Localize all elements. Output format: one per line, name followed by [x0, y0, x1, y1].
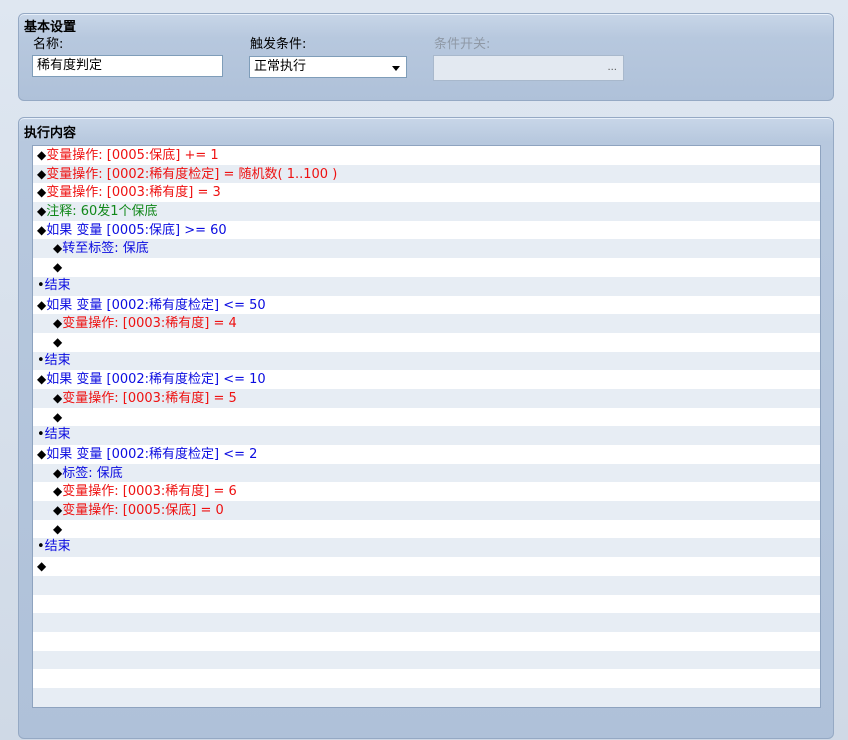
list-item[interactable]: •结束: [33, 276, 820, 296]
list-item[interactable]: ◆转至标签: 保底: [33, 239, 820, 259]
trigger-select[interactable]: 正常执行: [249, 56, 407, 78]
diamond-marker: ◆: [53, 241, 63, 256]
command-text: 变量操作: [0005:保底] += 1: [46, 148, 219, 163]
list-item[interactable]: [33, 669, 820, 688]
list-item[interactable]: ◆如果 变量 [0002:稀有度检定] <= 50: [33, 295, 820, 315]
diamond-marker: ◆: [53, 521, 63, 536]
list-item[interactable]: ◆变量操作: [0003:稀有度] = 5: [33, 388, 820, 408]
list-item[interactable]: ◆变量操作: [0003:稀有度] = 6: [33, 482, 820, 502]
bullet-marker: •: [37, 427, 45, 443]
command-text: 结束: [44, 539, 71, 555]
list-item[interactable]: [33, 613, 820, 632]
command-text: 转至标签: 保底: [62, 241, 149, 257]
command-text: 变量操作: [0002:稀有度检定] = 随机数( 1..100 ): [46, 166, 338, 182]
diamond-marker: ◆: [37, 185, 47, 200]
diamond-marker: ◆: [37, 372, 47, 387]
basic-settings-panel: 基本设置 名称: 稀有度判定 触发条件: 正常执行 条件开关: ...: [18, 13, 834, 101]
command-text: 如果 变量 [0002:稀有度检定] <= 50: [46, 297, 266, 313]
name-input[interactable]: 稀有度判定: [32, 55, 223, 77]
list-item[interactable]: ◆变量操作: [0002:稀有度检定] = 随机数( 1..100 ): [33, 164, 820, 184]
chevron-down-icon: [392, 66, 400, 71]
command-list[interactable]: ◆变量操作: [0005:保底] += 1 ◆变量操作: [0002:稀有度检定]…: [32, 145, 821, 708]
bullet-marker: •: [37, 539, 45, 555]
list-item[interactable]: ◆如果 变量 [0005:保底] >= 60: [33, 220, 820, 240]
list-item[interactable]: ◆: [33, 407, 820, 427]
diamond-marker: ◆: [53, 334, 63, 349]
diamond-marker: ◆: [37, 559, 47, 574]
list-item[interactable]: ◆如果 变量 [0002:稀有度检定] <= 10: [33, 370, 820, 389]
diamond-marker: ◆: [37, 222, 47, 237]
diamond-marker: ◆: [53, 316, 63, 331]
command-text: 如果 变量 [0002:稀有度检定] <= 2: [46, 447, 258, 462]
command-text: 变量操作: [0003:稀有度] = 4: [62, 316, 237, 332]
diamond-marker: ◆: [53, 390, 63, 405]
diamond-marker: ◆: [53, 409, 63, 424]
diamond-marker: ◆: [53, 484, 63, 499]
diamond-marker: ◆: [37, 204, 47, 219]
list-item[interactable]: ◆: [33, 557, 820, 576]
command-text: 结束: [44, 277, 71, 293]
command-text: 结束: [44, 352, 71, 368]
list-item[interactable]: •结束: [33, 538, 820, 558]
diamond-marker: ◆: [53, 503, 63, 518]
exec-content-panel: 执行内容 ◆变量操作: [0005:保底] += 1 ◆变量操作: [0002:稀…: [18, 117, 834, 739]
window-frame: 基本设置 名称: 稀有度判定 触发条件: 正常执行 条件开关: ... 执行内容…: [0, 0, 848, 740]
command-text: 如果 变量 [0002:稀有度检定] <= 10: [46, 372, 266, 388]
diamond-marker: ◆: [37, 148, 47, 162]
list-item[interactable]: ◆: [33, 332, 820, 352]
switch-label: 条件开关:: [434, 37, 491, 52]
command-text: 变量操作: [0005:保底] = 0: [62, 503, 224, 519]
ellipsis-button: ...: [607, 62, 617, 73]
list-item[interactable]: [33, 631, 820, 651]
diamond-marker: ◆: [53, 465, 63, 480]
list-item[interactable]: [33, 594, 820, 614]
list-item[interactable]: [33, 575, 820, 595]
diamond-marker: ◆: [53, 260, 63, 275]
trigger-label: 触发条件:: [250, 37, 307, 52]
list-item[interactable]: ◆: [33, 519, 820, 539]
list-item[interactable]: ◆变量操作: [0005:保底] += 1: [33, 146, 820, 165]
command-text: 变量操作: [0003:稀有度] = 5: [62, 390, 237, 406]
command-text: 变量操作: [0003:稀有度] = 6: [62, 484, 237, 500]
name-label: 名称:: [33, 37, 64, 52]
list-item[interactable]: ◆注释: 60发1个保底: [33, 202, 820, 221]
command-text: 注释: 60发1个保底: [46, 204, 158, 220]
list-item[interactable]: [33, 650, 820, 670]
diamond-marker: ◆: [37, 297, 47, 312]
bullet-marker: •: [37, 277, 45, 293]
list-item[interactable]: ◆: [33, 258, 820, 277]
list-item[interactable]: ◆变量操作: [0005:保底] = 0: [33, 501, 820, 520]
list-item[interactable]: •结束: [33, 426, 820, 445]
list-item[interactable]: ◆变量操作: [0003:稀有度] = 4: [33, 314, 820, 333]
list-item[interactable]: •结束: [33, 351, 820, 371]
command-text: 变量操作: [0003:稀有度] = 3: [46, 185, 221, 201]
switch-field: ...: [433, 55, 624, 81]
diamond-marker: ◆: [37, 166, 47, 181]
list-item[interactable]: ◆变量操作: [0003:稀有度] = 3: [33, 183, 820, 203]
diamond-marker: ◆: [37, 447, 47, 461]
command-text: 标签: 保底: [62, 465, 123, 481]
list-item[interactable]: [33, 687, 820, 707]
list-item[interactable]: ◆标签: 保底: [33, 463, 820, 483]
trigger-select-value: 正常执行: [254, 59, 307, 74]
list-item[interactable]: ◆如果 变量 [0002:稀有度检定] <= 2: [33, 445, 820, 464]
command-text: 结束: [44, 427, 71, 443]
command-text: 如果 变量 [0005:保底] >= 60: [46, 222, 227, 238]
exec-content-title: 执行内容: [24, 126, 77, 141]
bullet-marker: •: [37, 352, 45, 368]
